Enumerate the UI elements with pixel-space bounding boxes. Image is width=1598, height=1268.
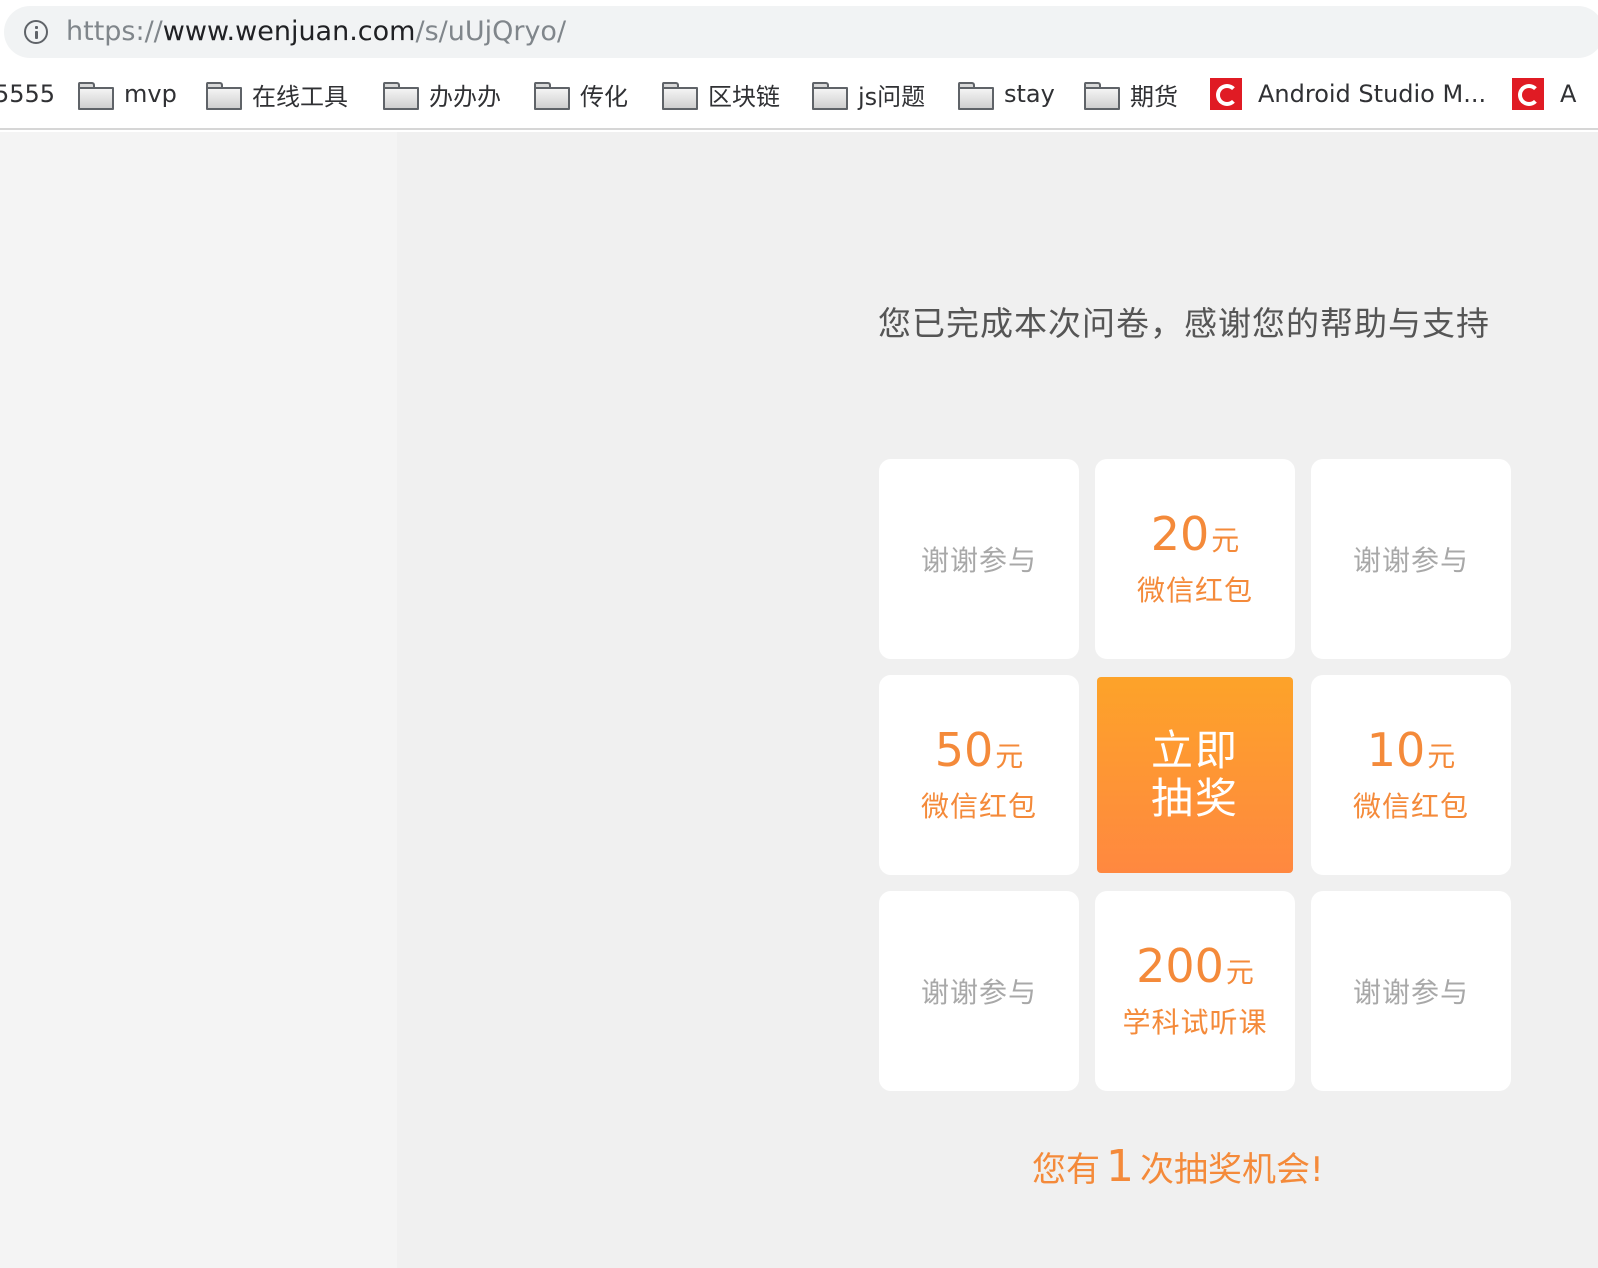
- bookmark-label: stay: [1004, 80, 1055, 108]
- chances-remaining: 您有 1 次抽奖机会!: [1032, 1142, 1324, 1195]
- url-text[interactable]: https://www.wenjuan.com/s/uUjQryo/: [66, 16, 566, 48]
- draw-button-label: 立即抽奖: [1150, 726, 1239, 823]
- prize-amount: 10元: [1366, 722, 1456, 777]
- draw-button[interactable]: 立即抽奖: [1097, 677, 1293, 873]
- bookmark-truncated[interactable]: A: [1512, 76, 1576, 112]
- url-path: /s/uUjQryo/: [415, 16, 567, 47]
- folder-icon: [958, 82, 994, 110]
- bookmark-folder-stay[interactable]: stay: [958, 76, 1055, 112]
- omnibox[interactable]: https://www.wenjuan.com/s/uUjQryo/: [4, 6, 1598, 58]
- prize-name: 学科试听课: [1122, 1005, 1268, 1039]
- address-bar: https://www.wenjuan.com/s/uUjQryo/: [0, 0, 1598, 62]
- bookmark-label: 在线工具: [252, 82, 348, 111]
- lottery-cell-no-prize: 谢谢参与: [1311, 891, 1511, 1091]
- bookmark-folder-mvp[interactable]: mvp: [78, 76, 177, 112]
- folder-icon: [812, 82, 848, 110]
- chances-suffix: 次抽奖机会!: [1140, 1150, 1324, 1190]
- bookmark-folder-work[interactable]: 办办办: [383, 76, 501, 112]
- bookmark-folder-tools[interactable]: 在线工具: [206, 76, 348, 112]
- bookmark-label: 传化: [580, 82, 628, 111]
- no-prize-label: 谢谢参与: [920, 976, 1037, 1009]
- bookmark-label: mvp: [124, 80, 177, 108]
- page-left-panel: [0, 132, 397, 1268]
- lottery-cell-prize: 50元 微信红包: [879, 675, 1079, 875]
- no-prize-label: 谢谢参与: [920, 544, 1037, 577]
- bookmark-folder-chuanhua[interactable]: 传化: [534, 76, 628, 112]
- bookmark-5555[interactable]: 5555: [0, 76, 55, 112]
- url-host: www.wenjuan.com: [162, 16, 416, 47]
- prize-name: 微信红包: [920, 789, 1037, 823]
- lottery-grid: 谢谢参与 20元 微信红包 谢谢参与 50元 微信红包 立即抽奖 10元 微信红…: [879, 459, 1513, 1093]
- lottery-cell-prize: 200元 学科试听课: [1095, 891, 1295, 1091]
- folder-icon: [534, 82, 570, 110]
- bookmark-android-studio[interactable]: Android Studio M...: [1210, 76, 1486, 112]
- lottery-cell-prize: 20元 微信红包: [1095, 459, 1295, 659]
- url-scheme: https://: [66, 16, 163, 47]
- bookmark-label: Android Studio M...: [1258, 80, 1487, 108]
- prize-amount: 50元: [934, 722, 1024, 777]
- prize-amount: 200元: [1136, 938, 1254, 993]
- chances-count: 1: [1106, 1141, 1134, 1192]
- folder-icon: [662, 82, 698, 110]
- csdn-icon: [1210, 78, 1242, 110]
- prize-name: 微信红包: [1136, 573, 1253, 607]
- site-info-icon[interactable]: [24, 20, 48, 44]
- folder-icon: [206, 82, 242, 110]
- bookmark-folder-futures[interactable]: 期货: [1084, 76, 1178, 112]
- no-prize-label: 谢谢参与: [1352, 544, 1469, 577]
- bookmark-folder-js[interactable]: js问题: [812, 76, 925, 112]
- bookmark-label: 办办办: [429, 82, 501, 111]
- folder-icon: [78, 82, 114, 110]
- lottery-cell-no-prize: 谢谢参与: [879, 891, 1079, 1091]
- lottery-cell-no-prize: 谢谢参与: [1311, 459, 1511, 659]
- completion-message: 您已完成本次问卷，感谢您的帮助与支持: [878, 304, 1490, 343]
- no-prize-label: 谢谢参与: [1352, 976, 1469, 1009]
- csdn-icon: [1512, 78, 1544, 110]
- prize-amount: 20元: [1150, 506, 1240, 561]
- folder-icon: [383, 82, 419, 110]
- prize-name: 微信红包: [1352, 789, 1469, 823]
- bookmarks-bar: 5555 mvp 在线工具 办办办 传化 区块链 js问题 stay 期货 An…: [0, 62, 1598, 130]
- folder-icon: [1084, 82, 1120, 110]
- bookmark-folder-blockchain[interactable]: 区块链: [662, 76, 780, 112]
- bookmark-label: 5555: [0, 80, 56, 108]
- bookmark-label: 期货: [1130, 82, 1178, 111]
- bookmark-label: A: [1560, 80, 1577, 108]
- lottery-cell-prize: 10元 微信红包: [1311, 675, 1511, 875]
- bookmark-label: 区块链: [708, 82, 780, 111]
- bookmark-label: js问题: [858, 82, 926, 111]
- lottery-cell-no-prize: 谢谢参与: [879, 459, 1079, 659]
- chances-prefix: 您有: [1032, 1150, 1100, 1190]
